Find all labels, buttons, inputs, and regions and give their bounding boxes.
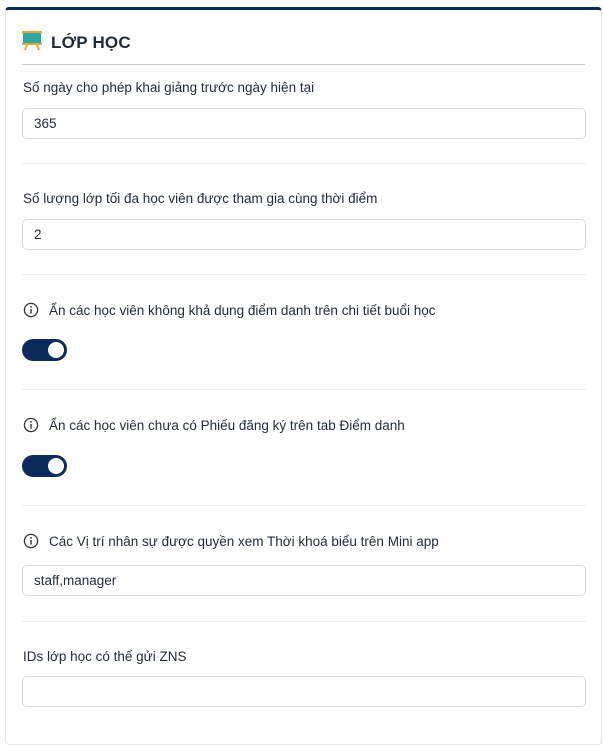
section-header: LỚP HỌC (22, 30, 131, 55)
info-icon[interactable] (23, 417, 39, 433)
settings-card: LỚP HỌC Số ngày cho phép khai giảng trướ… (5, 7, 602, 745)
days-before-label: Số ngày cho phép khai giảng trước ngày h… (23, 80, 315, 95)
hide-no-form-label: Ẩn các học viên chưa có Phiếu đăng ký tr… (49, 417, 405, 433)
field-divider (22, 389, 586, 390)
field-divider (22, 163, 586, 164)
hide-unavailable-label: Ẩn các học viên không khả dụng điểm danh… (49, 302, 436, 318)
toggle-knob (48, 458, 64, 474)
zns-class-ids-label: IDs lớp học có thể gửi ZNS (23, 649, 187, 664)
staff-positions-label-row: Các Vị trí nhân sự được quyền xem Thời k… (23, 533, 439, 549)
field-divider (22, 621, 586, 622)
hide-no-form-toggle[interactable] (22, 455, 67, 477)
info-icon[interactable] (23, 533, 39, 549)
toggle-knob (48, 342, 64, 358)
info-icon[interactable] (23, 302, 39, 318)
header-divider (22, 64, 585, 65)
max-classes-input[interactable]: 2 (22, 219, 586, 250)
classroom-board-icon (22, 30, 42, 55)
staff-positions-label: Các Vị trí nhân sự được quyền xem Thời k… (49, 533, 439, 549)
zns-class-ids-input[interactable] (22, 676, 586, 707)
field-divider (22, 274, 586, 275)
field-divider (22, 505, 586, 506)
max-classes-label: Số lượng lớp tối đa học viên được tham g… (23, 191, 378, 206)
section-title: LỚP HỌC (51, 32, 131, 52)
hide-no-form-label-row: Ẩn các học viên chưa có Phiếu đăng ký tr… (23, 417, 405, 433)
hide-unavailable-label-row: Ẩn các học viên không khả dụng điểm danh… (23, 302, 436, 318)
days-before-input[interactable]: 365 (22, 108, 586, 139)
staff-positions-input[interactable]: staff,manager (22, 565, 586, 596)
hide-unavailable-toggle[interactable] (22, 339, 67, 361)
